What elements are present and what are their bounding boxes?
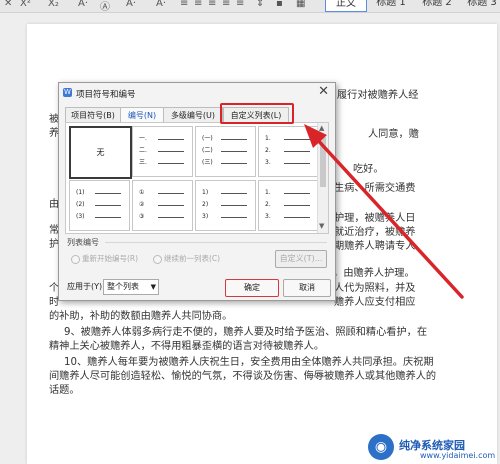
watermark-url: www.yidaimei.com: [420, 451, 496, 460]
red-arrow-annotation: [304, 124, 464, 299]
brand-logo-icon: ◉: [368, 434, 394, 460]
